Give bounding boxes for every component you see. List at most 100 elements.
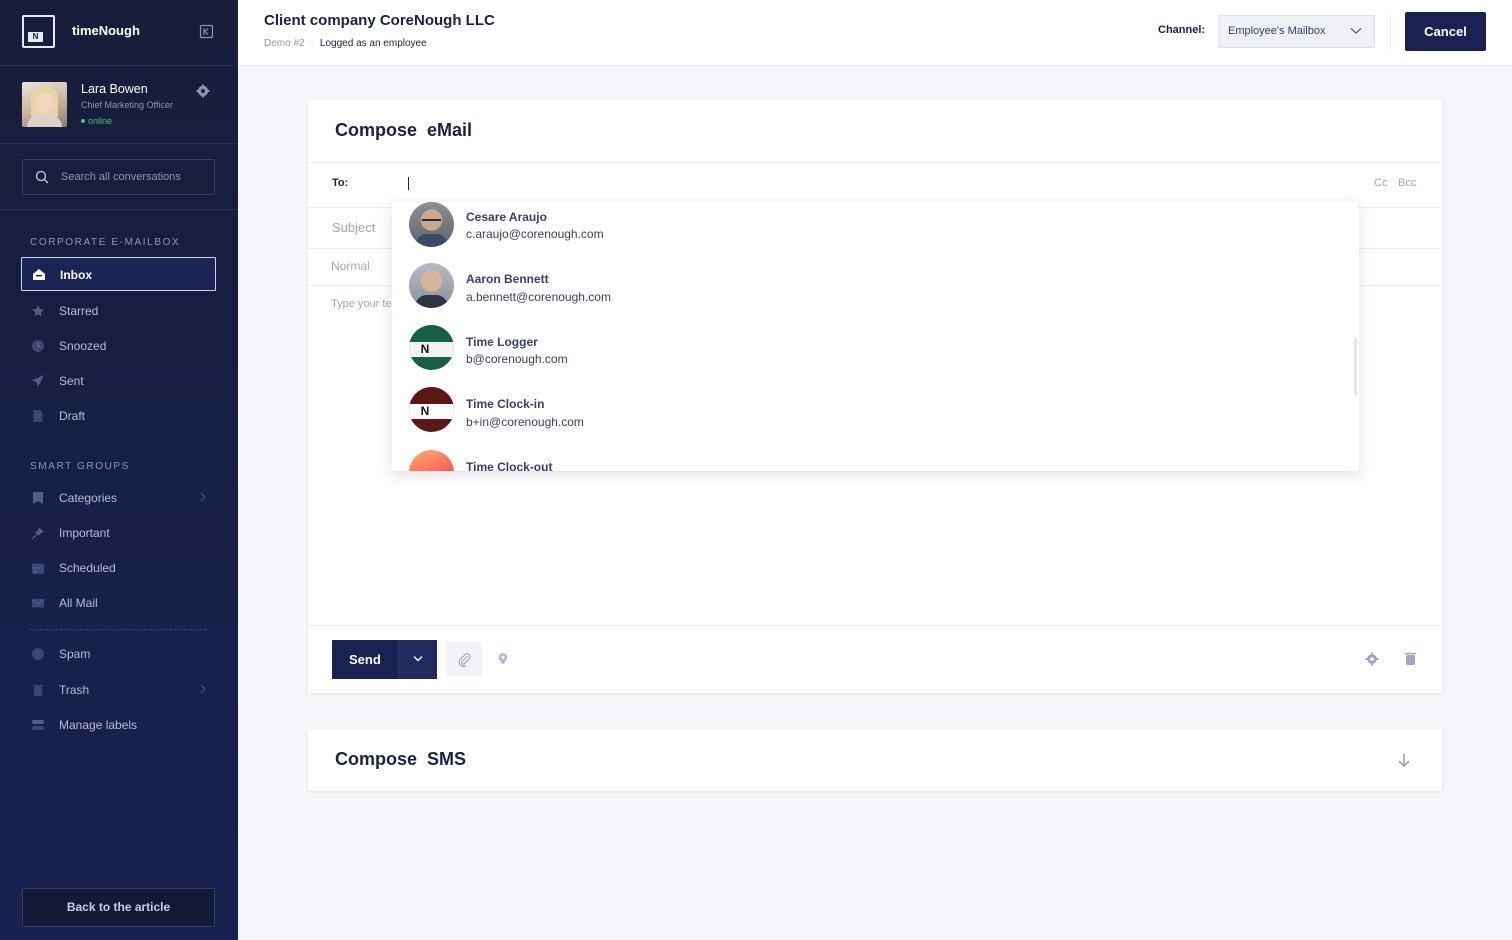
header-divider xyxy=(1390,14,1391,50)
contact-avatar xyxy=(409,263,454,308)
send-button[interactable]: Send xyxy=(332,640,437,679)
compose-sms-title: Compose SMS xyxy=(335,749,467,769)
chevron-down-icon xyxy=(1350,28,1362,34)
trash-icon xyxy=(33,685,43,696)
logo-mark: N xyxy=(28,32,43,42)
clock-icon xyxy=(32,340,44,352)
sidebar-item-label: Inbox xyxy=(60,268,92,282)
collapse-sidebar-icon[interactable] xyxy=(199,24,214,39)
sidebar-item-label: Scheduled xyxy=(59,561,116,575)
recipient-option[interactable]: N Time Clock-in b+in@corenough.com xyxy=(392,387,1359,449)
breadcrumb-demo[interactable]: Demo #2 xyxy=(264,38,305,49)
chevron-down-icon xyxy=(413,656,423,662)
sidebar-item-label: Important xyxy=(59,526,110,540)
dropdown-scrollbar[interactable] xyxy=(1354,338,1357,396)
sidebar-header: N timeNough xyxy=(0,0,238,66)
sidebar-item-label: Categories xyxy=(59,491,118,505)
bcc-toggle[interactable]: Bcc xyxy=(1398,177,1416,189)
contact-email: c.araujo@corenough.com xyxy=(466,227,604,241)
pin-icon xyxy=(32,527,44,539)
spam-icon xyxy=(32,648,44,660)
trash-icon[interactable] xyxy=(1404,651,1417,666)
document-icon xyxy=(33,410,43,422)
user-avatar[interactable] xyxy=(22,82,67,127)
user-name: Lara Bowen xyxy=(81,82,148,96)
profile-settings-gear-icon[interactable] xyxy=(196,84,210,98)
sidebar-item-starred[interactable]: Starred xyxy=(21,294,216,328)
sidebar-divider xyxy=(30,629,207,630)
bookmark-icon xyxy=(33,492,43,504)
sidebar-item-sent[interactable]: Sent xyxy=(21,364,216,398)
envelope-icon xyxy=(31,599,45,608)
user-role: Chief Marketing Officer xyxy=(81,100,173,110)
user-profile: Lara Bowen Chief Marketing Officer onlin… xyxy=(0,66,238,144)
contact-avatar xyxy=(409,450,454,471)
search-icon xyxy=(35,170,49,184)
brand-logo-avatar: N xyxy=(409,325,454,370)
sidebar-item-snoozed[interactable]: Snoozed xyxy=(21,329,216,363)
channel-label: Channel: xyxy=(1158,24,1206,36)
chevron-right-icon xyxy=(200,684,206,694)
sidebar-item-draft[interactable]: Draft xyxy=(21,399,216,433)
calendar-icon xyxy=(32,563,44,574)
contact-name: Time Logger xyxy=(466,335,538,349)
recipient-option[interactable]: Time Clock-out xyxy=(392,450,1359,471)
logo-mark: N xyxy=(420,404,430,418)
compose-sms-card[interactable]: Compose SMS xyxy=(308,729,1442,791)
contact-email: b+in@corenough.com xyxy=(466,415,584,429)
sidebar: N timeNough Lara Bowen Chief Marketing O… xyxy=(0,0,238,940)
contact-email: a.bennett@corenough.com xyxy=(466,290,611,304)
cc-toggle[interactable]: Cc xyxy=(1374,177,1387,189)
section-label-smart-groups: SMART GROUPS xyxy=(30,461,130,472)
sidebar-item-label: Sent xyxy=(59,374,84,388)
contact-avatar xyxy=(409,202,454,247)
sidebar-item-scheduled[interactable]: Scheduled xyxy=(21,551,216,585)
sidebar-item-label: Trash xyxy=(59,683,90,697)
to-input-caret[interactable] xyxy=(408,177,409,190)
toggle-labels-icon xyxy=(32,720,44,730)
sidebar-item-label: Starred xyxy=(59,304,99,318)
breadcrumb-separator: - xyxy=(310,38,314,49)
section-label-mailbox: CORPORATE E-MAILBOX xyxy=(30,237,181,248)
contact-name: Aaron Bennett xyxy=(466,272,549,286)
sidebar-item-manage-labels[interactable]: Manage labels xyxy=(21,708,216,742)
search-input[interactable] xyxy=(61,160,211,194)
sidebar-item-label: Spam xyxy=(59,647,91,661)
chevron-right-icon xyxy=(200,492,206,502)
arrow-down-icon[interactable] xyxy=(1397,752,1411,768)
recipient-option[interactable]: Aaron Bennett a.bennett@corenough.com xyxy=(392,262,1359,324)
back-to-article-button[interactable]: Back to the article xyxy=(22,888,215,927)
message-body-input[interactable]: Type your text xyxy=(331,298,393,310)
location-pin-icon[interactable] xyxy=(497,652,509,666)
recipient-option[interactable]: Cesare Araujo c.araujo@corenough.com xyxy=(392,202,1359,262)
text-format-select[interactable]: Normal xyxy=(331,259,370,273)
brand-logo-avatar: N xyxy=(409,387,454,432)
to-label: To: xyxy=(332,177,349,189)
attach-button[interactable] xyxy=(447,642,482,677)
sidebar-item-categories[interactable]: Categories xyxy=(21,481,216,515)
recipient-suggestions-dropdown: Cesare Araujo c.araujo@corenough.com Aar… xyxy=(392,202,1359,471)
channel-select[interactable]: Employee's Mailbox xyxy=(1218,15,1375,48)
sidebar-item-all-mail[interactable]: All Mail xyxy=(21,586,216,620)
top-header: Client company CoreNough LLC Demo #2- Log… xyxy=(238,0,1512,66)
page-title: Client company CoreNough LLC xyxy=(264,12,495,29)
recipient-option[interactable]: N Time Logger b@corenough.com xyxy=(392,325,1359,387)
sidebar-item-inbox[interactable]: Inbox xyxy=(21,257,216,291)
cancel-button[interactable]: Cancel xyxy=(1405,12,1486,51)
sidebar-item-label: Manage labels xyxy=(59,718,138,732)
paperclip-icon xyxy=(458,653,471,667)
gear-icon[interactable] xyxy=(1365,652,1379,666)
send-options-toggle[interactable] xyxy=(398,640,437,679)
contact-email: b@corenough.com xyxy=(466,352,568,366)
sidebar-item-spam[interactable]: Spam xyxy=(21,637,216,671)
contact-name: Time Clock-in xyxy=(466,397,545,411)
subject-input[interactable]: Subject xyxy=(332,220,375,235)
channel-select-value: Employee's Mailbox xyxy=(1228,25,1326,37)
sidebar-item-trash[interactable]: Trash xyxy=(21,673,216,707)
logo-mark: N xyxy=(420,342,430,356)
app-logo[interactable]: N xyxy=(22,15,55,48)
sidebar-item-label: Draft xyxy=(59,409,86,423)
paper-plane-icon xyxy=(32,375,44,387)
user-status: online xyxy=(81,116,112,126)
sidebar-item-important[interactable]: Important xyxy=(21,516,216,550)
